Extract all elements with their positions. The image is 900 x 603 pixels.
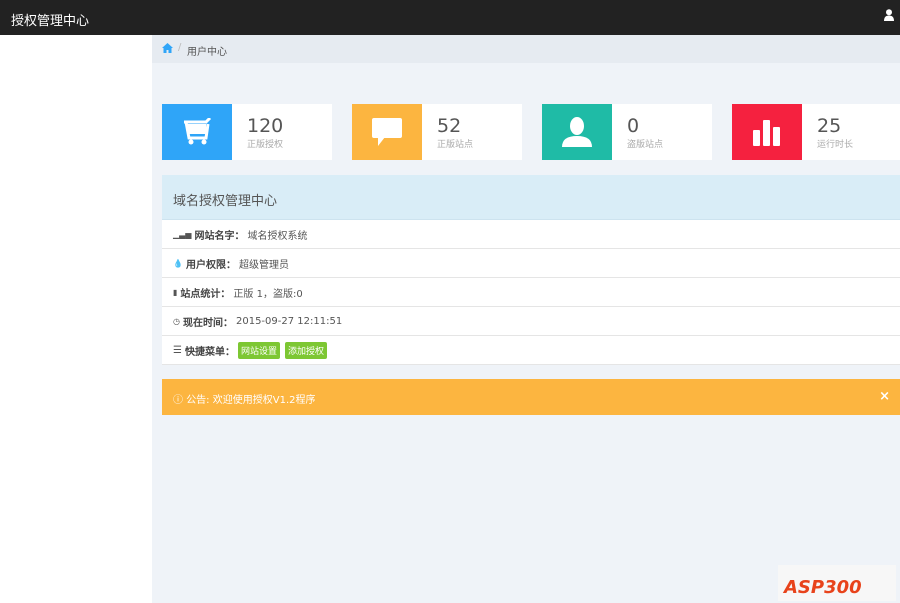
info-row: ▁▃▅ 网站名字： 域名授权系统 [162, 220, 900, 249]
add-license-button[interactable]: 添加授权 [284, 341, 327, 359]
row-value: 正版 1，盗版:0 [233, 288, 303, 300]
shortcut-row: ☰ 快捷菜单： 网站设置 添加授权 [162, 336, 900, 365]
stat-label: 正版站点 [437, 140, 474, 150]
close-icon[interactable]: × [879, 389, 890, 404]
info-icon: ⓘ [173, 395, 183, 406]
row-value: 域名授权系统 [247, 230, 308, 242]
breadcrumb-separator: / [178, 42, 182, 53]
stat-card: 0 盗版站点 [542, 104, 712, 160]
sidebar [0, 35, 152, 603]
row-label: 站点统计： [180, 288, 231, 300]
app-title[interactable]: 授权管理中心 [11, 10, 89, 29]
row-value: 超级管理员 [238, 259, 289, 271]
watermark-logo: ASP300 [778, 565, 896, 601]
user-icon[interactable] [884, 9, 894, 21]
row-label: 快捷菜单： [184, 346, 235, 358]
stat-card: 120 正版授权 [162, 104, 332, 160]
bar-chart-icon: ▮ [173, 287, 178, 297]
stat-card: 25 运行时长 [732, 104, 900, 160]
user-icon [542, 104, 612, 160]
cart-icon [162, 104, 232, 160]
row-value: 2015-09-27 12:11:51 [235, 315, 343, 327]
info-row: 💧 用户权限： 超级管理员 [162, 249, 900, 278]
top-navbar: 授权管理中心 [0, 0, 900, 35]
breadcrumb-item[interactable]: 用户中心 [187, 43, 227, 58]
notice-alert: ⓘ 公告: 欢迎使用授权V1.2程序 × [162, 379, 900, 415]
panel-title: 域名授权管理中心 [162, 175, 900, 220]
info-row: ◷ 现在时间： 2015-09-27 12:11:51 [162, 307, 900, 336]
stat-label: 盗版站点 [627, 140, 664, 150]
signal-icon: ▁▃▅ [173, 229, 192, 239]
bar-chart-icon [732, 104, 802, 160]
stat-label: 运行时长 [817, 140, 854, 150]
info-panel: 域名授权管理中心 ▁▃▅ 网站名字： 域名授权系统 💧 用户权限： 超级管理员 ▮ 站点统计：… [162, 175, 900, 365]
stat-card: 52 正版站点 [352, 104, 522, 160]
info-row: ▮ 站点统计： 正版 1，盗版:0 [162, 278, 900, 307]
breadcrumb: / 用户中心 [152, 35, 900, 63]
stat-value: 0 [627, 115, 640, 137]
tint-icon: 💧 [173, 258, 183, 268]
notice-text: 公告: 欢迎使用授权V1.2程序 [186, 395, 316, 406]
row-label: 现在时间： [182, 317, 233, 329]
stat-value: 25 [817, 115, 842, 137]
row-label: 网站名字： [194, 230, 245, 242]
home-icon[interactable] [162, 43, 173, 53]
comment-icon [352, 104, 422, 160]
clock-icon: ◷ [173, 316, 180, 326]
stat-value: 120 [247, 115, 284, 137]
stat-label: 正版授权 [247, 140, 284, 150]
row-label: 用户权限： [185, 259, 236, 271]
site-settings-button[interactable]: 网站设置 [237, 341, 280, 359]
list-icon: ☰ [173, 344, 182, 356]
stat-value: 52 [437, 115, 462, 137]
